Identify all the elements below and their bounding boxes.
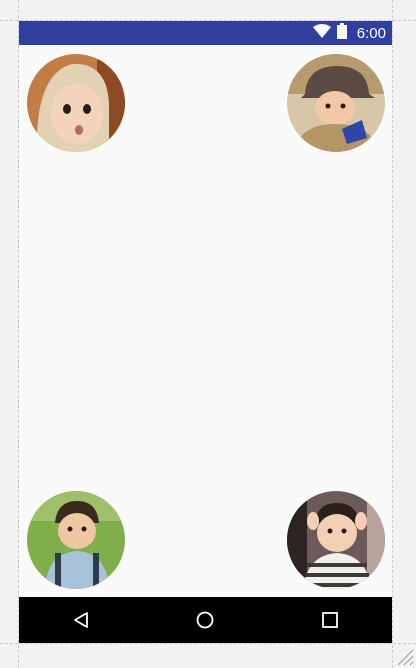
status-bar: 6:00: [19, 21, 392, 45]
recents-icon: [321, 612, 338, 628]
back-button[interactable]: [61, 600, 101, 640]
device-screen: 6:00: [19, 21, 392, 643]
guide-line-bottom: [0, 643, 416, 644]
child-photo-icon: [27, 54, 125, 152]
back-icon: [74, 612, 89, 628]
avatar-top-left[interactable]: [27, 54, 125, 152]
recents-button[interactable]: [310, 600, 350, 640]
guide-line-right: [392, 0, 393, 668]
resize-handle-icon[interactable]: [396, 648, 414, 666]
child-photo-icon: [287, 54, 385, 152]
avatar-bottom-right[interactable]: [287, 491, 385, 589]
avatar-top-right[interactable]: [287, 54, 385, 152]
avatar-bottom-left[interactable]: [27, 491, 125, 589]
navigation-bar: [19, 597, 392, 643]
home-button[interactable]: [185, 600, 225, 640]
wifi-icon: [312, 23, 331, 43]
child-photo-icon: [287, 491, 385, 589]
home-icon: [197, 611, 214, 629]
status-time: 6:00: [356, 24, 386, 42]
main-content: [19, 45, 392, 597]
child-photo-icon: [27, 491, 125, 589]
battery-icon: [336, 22, 347, 44]
